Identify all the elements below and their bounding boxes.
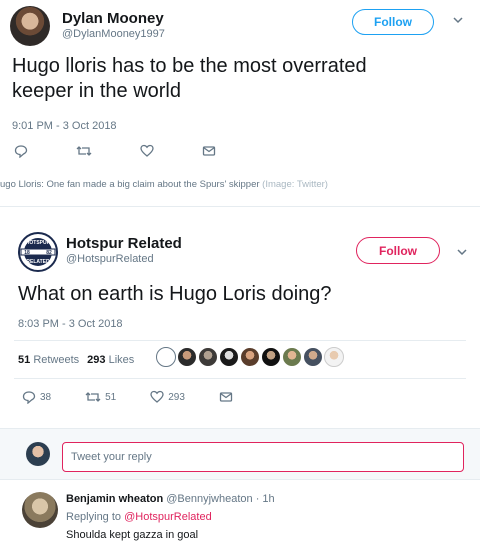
follow-button[interactable]: Follow [356,237,440,264]
reply-count: 38 [40,391,52,403]
tweet-timestamp[interactable]: 9:01 PM - 3 Oct 2018 [12,120,117,132]
author-handle[interactable]: @HotspurRelated [66,253,154,265]
current-user-avatar[interactable] [26,442,50,466]
tweet-actions [14,144,216,158]
dm-button[interactable] [219,390,233,404]
retweets-count: 51 [18,354,31,366]
avatar-dylan[interactable] [10,6,50,46]
liker-avatar[interactable] [303,347,323,367]
author-handle[interactable]: @DylanMooney1997 [62,28,165,40]
reply-author[interactable]: Benjamin wheaton @Bennyjwheaton · 1h [66,493,275,505]
tweet-text-line: keeper in the world [12,80,181,102]
liker-avatars [156,347,345,367]
author-name[interactable]: Hotspur Related [66,235,182,252]
reply-icon [14,145,28,158]
reply-placeholder: Tweet your reply [71,451,152,463]
dm-icon [202,146,216,156]
logo-number-left: 18 [24,250,30,256]
logo-text-top: HOTSPUR [26,240,51,246]
reply-input[interactable]: Tweet your reply [62,442,464,472]
chevron-down-icon[interactable] [456,246,468,258]
like-button[interactable]: 293 [150,390,185,404]
likes-count: 293 [87,354,106,366]
tweet-stats: 51 Retweets 293 Likes [18,354,134,366]
heart-icon [140,144,154,157]
tweet-text: Hugo lloris has to be the most overrated… [12,54,452,104]
follow-label: Follow [379,243,417,258]
replying-to-link[interactable]: @HotspurRelated [124,511,212,523]
avatar-benjamin[interactable] [22,492,58,528]
heart-icon [150,390,164,403]
likes-label: Likes [108,354,135,366]
liker-avatar[interactable] [177,347,197,367]
chevron-down-icon[interactable] [452,14,464,26]
tweet-actions: 38 51 293 [22,390,233,404]
replying-prefix: Replying to [66,511,122,523]
follow-label: Follow [374,15,412,29]
liker-avatar[interactable] [219,347,239,367]
liker-avatar[interactable] [156,347,176,367]
reply-icon [22,391,36,404]
liker-avatar[interactable] [240,347,260,367]
image-caption: ugo Lloris: One fan made a big claim abo… [0,179,328,190]
author-name[interactable]: Dylan Mooney [62,10,164,27]
logo-text-bottom: RELATED [26,259,50,265]
retweet-button[interactable]: 51 [85,390,116,404]
dm-icon [219,392,233,402]
retweets-label: Retweets [33,354,80,366]
liker-avatar[interactable] [282,347,302,367]
tweet-text-line: Hugo lloris has to be the most overrated [12,55,367,77]
reply-text: Shoulda kept gazza in goal [66,529,199,541]
divider [14,340,466,341]
like-button[interactable] [140,144,154,158]
liker-avatar[interactable] [198,347,218,367]
retweet-icon [85,392,101,402]
reply-button[interactable] [14,144,28,158]
caption-text: ugo Lloris: One fan made a big claim abo… [0,179,260,190]
reply-author-handle: @Bennyjwheaton · 1h [166,493,275,505]
divider [14,378,466,379]
tweet-text: What on earth is Hugo Loris doing? [18,283,332,305]
liker-avatar[interactable] [261,347,281,367]
retweet-icon [76,146,92,156]
retweet-button[interactable] [76,144,92,158]
liker-avatar[interactable] [324,347,344,367]
retweet-count: 51 [105,391,117,403]
caption-credit: (Image: Twitter) [262,179,328,190]
replying-to: Replying to @HotspurRelated [66,511,212,523]
retweets-stat[interactable]: 51 Retweets [18,354,79,366]
logo-number-right: 82 [46,250,52,256]
like-count: 293 [168,391,185,403]
dm-button[interactable] [202,144,216,158]
tweet-timestamp[interactable]: 8:03 PM - 3 Oct 2018 [18,318,123,330]
avatar-hotspur-logo[interactable]: HOTSPUR 18 82 RELATED [18,232,58,272]
follow-button[interactable]: Follow [352,9,434,35]
likes-stat[interactable]: 293 Likes [87,354,134,366]
reply-button[interactable]: 38 [22,390,51,404]
reply-author-name: Benjamin wheaton [66,493,164,505]
